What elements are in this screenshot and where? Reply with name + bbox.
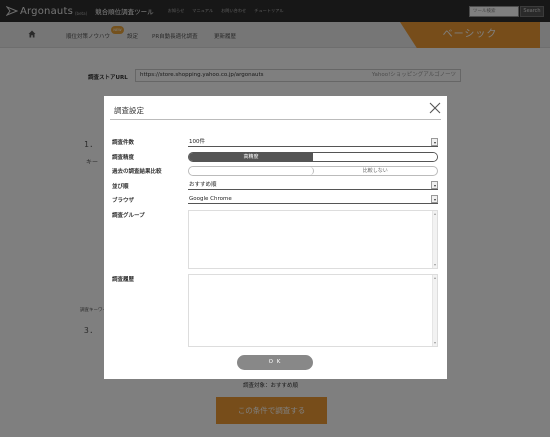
compare-option-none[interactable]: 比較しない bbox=[314, 167, 438, 175]
accuracy-option-standard[interactable] bbox=[313, 153, 437, 161]
close-icon[interactable] bbox=[429, 102, 441, 114]
compare-label: 過去の調査結果比較 bbox=[112, 169, 162, 175]
chevron-down-icon bbox=[431, 138, 438, 146]
count-select[interactable]: 100件 bbox=[188, 138, 438, 147]
accuracy-option-high[interactable]: 高精度 bbox=[189, 153, 313, 161]
compare-option-compare[interactable] bbox=[189, 167, 314, 175]
sort-label: 並び順 bbox=[112, 184, 129, 190]
compare-toggle[interactable]: 比較しない bbox=[188, 166, 438, 176]
group-scrollbar[interactable] bbox=[432, 211, 437, 268]
accuracy-toggle[interactable]: 高精度 bbox=[188, 152, 438, 162]
browser-select[interactable]: Google Chrome bbox=[188, 195, 438, 204]
history-textarea[interactable] bbox=[188, 274, 438, 347]
history-label: 調査履歴 bbox=[112, 277, 135, 283]
settings-modal: 調査設定 調査件数 100件 調査精度 高精度 過去の調査結果比較 比較しない … bbox=[104, 96, 447, 379]
ok-button[interactable]: O K bbox=[237, 355, 313, 370]
modal-title: 調査設定 bbox=[114, 106, 144, 115]
browser-value: Google Chrome bbox=[189, 196, 232, 202]
group-textarea[interactable] bbox=[188, 210, 438, 269]
count-value: 100件 bbox=[189, 139, 205, 145]
accuracy-label: 調査精度 bbox=[112, 155, 135, 161]
browser-label: ブラウザ bbox=[112, 198, 135, 204]
count-label: 調査件数 bbox=[112, 140, 135, 146]
chevron-down-icon bbox=[431, 195, 438, 203]
chevron-down-icon bbox=[431, 181, 438, 189]
sort-select[interactable]: おすすめ順 bbox=[188, 181, 438, 190]
history-scrollbar[interactable] bbox=[432, 275, 437, 346]
group-label: 調査グループ bbox=[112, 213, 145, 219]
sort-value: おすすめ順 bbox=[189, 182, 217, 188]
modal-divider bbox=[110, 119, 441, 120]
